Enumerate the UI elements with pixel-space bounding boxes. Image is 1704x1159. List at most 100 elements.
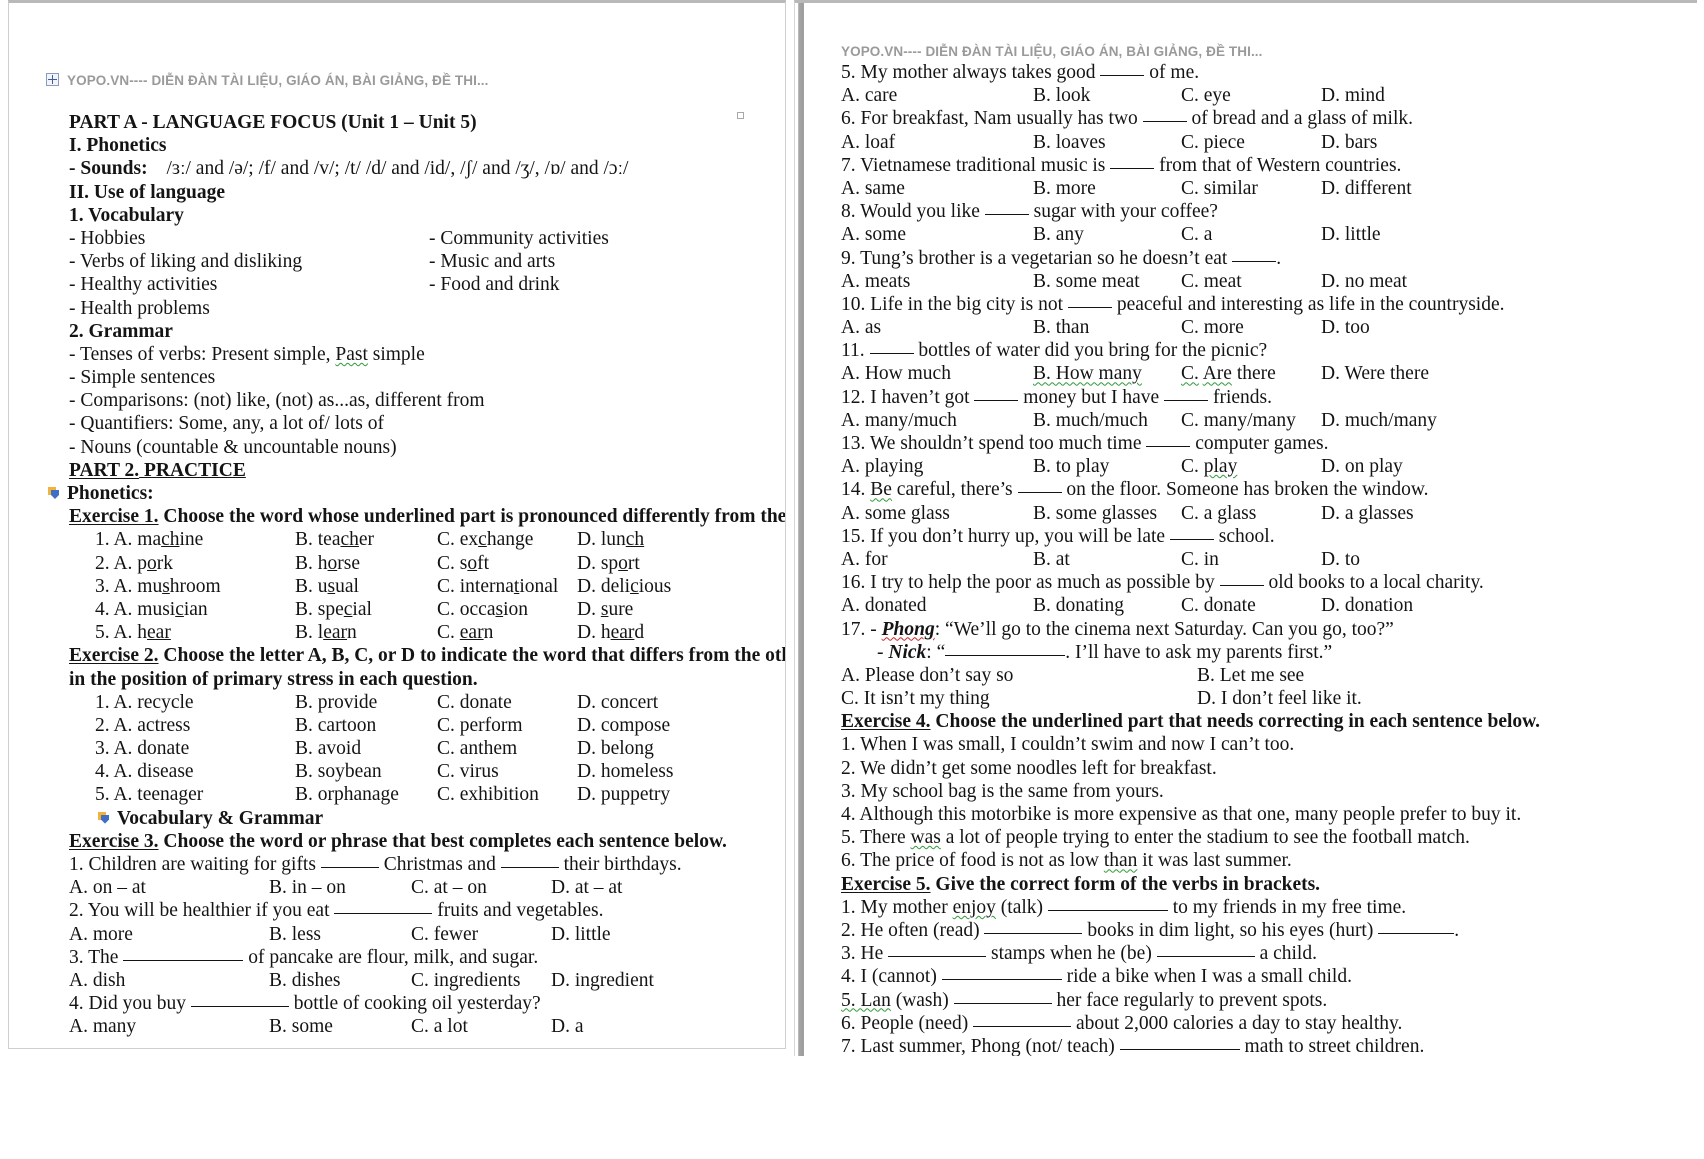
ex3-q17-line1: 17. - Phong: “We’ll go to the cinema nex… [841, 618, 1394, 640]
blank-fill[interactable] [1146, 433, 1191, 447]
vocab-row: - Verbs of liking and disliking - Music … [69, 250, 769, 273]
ex5-item-3: 3. He stamps when he (be) a child. [841, 943, 1317, 965]
exercise4-prompt: Choose the underlined part that needs co… [930, 711, 1541, 733]
page-right-sheet: YOPO.VN---- DIỄN ĐÀN TÀI LIỆU, GIÁO ÁN, … [795, 3, 1697, 1056]
ex3-q17-options-row2: C. It isn’t my thing D. I don’t feel lik… [841, 687, 1691, 710]
exercise2-row: 4. A. disease B. soybean C. virus D. hom… [69, 760, 769, 783]
blank-fill[interactable] [1378, 920, 1455, 934]
ex1-q2-b: B. horse [295, 552, 361, 574]
ex3-q10-opt-d: D. too [1321, 317, 1370, 339]
exercise1-heading: Exercise 1. Choose the word whose underl… [69, 505, 785, 528]
exercise2-row: 2. A. actress B. cartoon C. perform D. c… [69, 714, 769, 737]
vocab-right-2: - Food and drink [429, 274, 560, 296]
ex3-q12-opt-c: C. many/many [1181, 409, 1296, 431]
ex5-item-4: 4. I (cannot) ride a bike when I was a s… [841, 966, 1352, 988]
blank-fill[interactable] [1110, 155, 1155, 169]
blank-fill[interactable] [320, 854, 379, 868]
ex3-q4-options: A. many B. some C. a lot D. a [69, 1015, 769, 1038]
ex3-q17-options-row1: A. Please don’t say so B. Let me see [841, 664, 1691, 687]
ex3-q14-options: A. some glass B. some glasses C. a glass… [841, 502, 1691, 525]
ex1-q4-b: B. special [295, 598, 372, 620]
ex2-q2-b: B. cartoon [295, 714, 377, 736]
blank-fill[interactable] [1219, 572, 1264, 587]
blank-fill[interactable] [953, 990, 1052, 1004]
ex3-q2-opt-b: B. less [269, 923, 322, 945]
ex1-q3-c: C. international [437, 575, 559, 597]
ex2-q3-a: 3. A. donate [95, 738, 190, 760]
ex1-q1-d: D. lunch [577, 529, 645, 551]
ex3-q11-opt-b: B. How many [1033, 363, 1142, 385]
ex4-item-1: 1. When I was small, I couldn’t swim and… [841, 734, 1295, 756]
ex3-q12-options: A. many/much B. much/much C. many/many D… [841, 409, 1691, 432]
blank-fill[interactable] [1119, 1036, 1240, 1050]
ex3-q4-opt-b: B. some [269, 1016, 333, 1038]
exercise5-heading: Exercise 5. Give the correct form of the… [841, 873, 1691, 896]
ex3-q6-opt-a: A. loaf [841, 131, 896, 153]
exercise5-label: Exercise 5. [841, 873, 931, 895]
exercise1-label: Exercise 1. [69, 506, 159, 528]
blank-fill[interactable] [334, 900, 433, 915]
blank-fill[interactable] [984, 201, 1029, 216]
blank-fill[interactable] [1142, 108, 1187, 123]
exercise5-prompt: Give the correct form of the verbs in br… [930, 873, 1321, 895]
ex3-q14-text: 14. Be careful, there’s on the floor. So… [841, 479, 1429, 501]
exercise3-label: Exercise 3. [69, 830, 159, 852]
blank-fill[interactable] [945, 642, 1066, 656]
blank-fill[interactable] [869, 340, 914, 355]
blank-fill[interactable] [1156, 943, 1255, 958]
ex5-item-7: 7. Last summer, Phong (not/ teach) math … [841, 1035, 1425, 1056]
ex3-q15-opt-a: A. for [841, 548, 888, 570]
blank-fill[interactable] [973, 1013, 1072, 1027]
ex1-q4-d: D. sure [577, 598, 634, 620]
ex1-q2-c: C. soft [437, 552, 490, 574]
blank-fill[interactable] [500, 854, 559, 868]
blank-fill[interactable] [984, 920, 1083, 934]
page-right-body: 5. My mother always takes good of me. A.… [841, 61, 1691, 1056]
exercise2-row: 1. A. recycle B. provide C. donate D. co… [69, 691, 769, 714]
blank-fill[interactable] [1100, 62, 1145, 76]
ex4-item-6: 6. The price of food is not as low than … [841, 850, 1292, 872]
blank-fill[interactable] [1169, 526, 1214, 540]
ex3-q15-opt-b: B. at [1033, 548, 1070, 570]
phonetics-bullet-label: Phonetics: [67, 483, 154, 504]
blank-fill[interactable] [1164, 387, 1209, 401]
blank-fill[interactable] [1232, 248, 1277, 262]
speaker-phong: Phong [881, 618, 935, 640]
vocab-row: - Health problems [69, 297, 769, 320]
ex3-q8-opt-a: A. some [841, 224, 906, 246]
ex3-q14-opt-b: B. some glasses [1033, 502, 1158, 524]
ex1-q4-c: C. occasion [437, 598, 528, 620]
ex3-q8-opt-c: C. a [1181, 224, 1213, 246]
blank-fill[interactable] [190, 993, 289, 1008]
ex1-q5-c: C. earn [437, 622, 494, 644]
blank-fill[interactable] [1017, 479, 1062, 494]
ex1-q1-b: B. teacher [295, 529, 375, 551]
blank-fill[interactable] [941, 966, 1062, 981]
page-left-body: PART A - LANGUAGE FOCUS (Unit 1 – Unit 5… [48, 111, 785, 1039]
watermark-left: YOPO.VN---- DIỄN ĐÀN TÀI LIỆU, GIÁO ÁN, … [67, 73, 489, 88]
ex2-q2-c: C. perform [437, 714, 523, 736]
ex3-q15-opt-c: C. in [1181, 548, 1219, 570]
blank-fill[interactable] [123, 947, 244, 961]
ex5-item-6: 6. People (need) about 2,000 calories a … [841, 1012, 1403, 1034]
ex3-q5-opt-a: A. care [841, 85, 898, 107]
blank-fill[interactable] [888, 943, 987, 958]
move-handle-icon[interactable] [46, 73, 59, 86]
ex3-q1-options: A. on – at B. in – on C. at – on D. at –… [69, 876, 769, 899]
ex1-q1-c: C. exchange [437, 529, 534, 551]
exercise4-heading: Exercise 4. Choose the underlined part t… [841, 710, 1691, 733]
ex3-q2-options: A. more B. less C. fewer D. little [69, 923, 769, 946]
ex3-q6-opt-b: B. loaves [1033, 131, 1106, 153]
exercise2-prompt-line1: Choose the letter A, B, C, or D to indic… [163, 645, 785, 667]
ex3-q1-opt-c: C. at – on [411, 877, 487, 899]
blank-fill[interactable] [1047, 897, 1168, 911]
ex3-q12-opt-d: D. much/many [1321, 409, 1437, 431]
sounds-line: - Sounds: /ɜː/ and /ə/; /f/ and /v/; /t/… [69, 157, 769, 180]
ex3-q8-opt-d: D. little [1321, 224, 1381, 246]
exercise1-prompt: Choose the word whose underlined part is… [158, 506, 786, 528]
ex4-item-3: 3. My school bag is the same from yours. [841, 780, 1164, 802]
blank-fill[interactable] [1067, 294, 1112, 308]
ex2-q3-b: B. avoid [295, 738, 362, 760]
ex2-q5-b: B. orphanage [295, 784, 399, 806]
blank-fill[interactable] [974, 387, 1019, 401]
